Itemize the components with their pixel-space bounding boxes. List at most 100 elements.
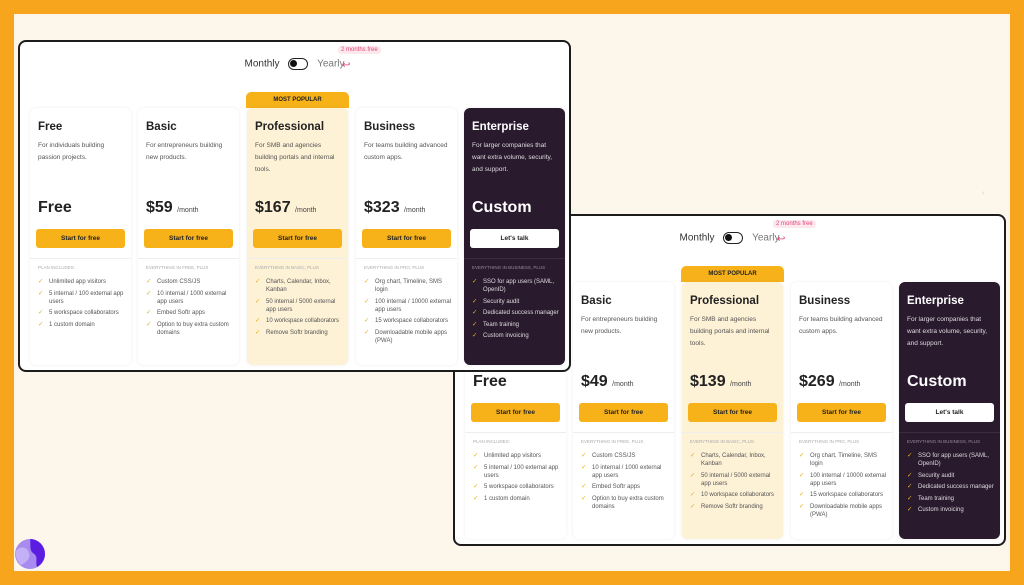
feature-item: ✓ Downloadable mobile apps (PWA)	[364, 329, 453, 345]
check-icon: ✓	[38, 289, 44, 297]
feature-item: ✓ 5 workspace collaborators	[38, 309, 127, 317]
feature-item: ✓ SSO for app users (SAML, OpenID)	[472, 278, 561, 294]
feature-list: ✓ Custom CSS/JS ✓ 10 internal / 1000 extern…	[581, 452, 670, 514]
divider	[899, 432, 1000, 433]
feature-text: Downloadable mobile apps (PWA)	[375, 329, 448, 344]
plan-description: For entrepreneurs building new products.	[581, 316, 658, 335]
feature-text: Charts, Calendar, Inbox, Kanban	[701, 453, 766, 467]
feature-item: ✓ Unlimited app visitors	[38, 278, 127, 286]
plan-description: For SMB and agencies building portals an…	[255, 142, 335, 173]
check-icon: ✓	[907, 494, 913, 502]
feature-item: ✓ Team training	[907, 495, 996, 503]
plan-price: Custom	[472, 199, 532, 217]
plan-card-professional: Professional For SMB and agencies buildi…	[247, 108, 348, 365]
plan-price: $49 /month	[581, 373, 634, 391]
plan-cta-button[interactable]: Start for free	[797, 403, 886, 422]
divider	[464, 258, 565, 259]
monthly-label[interactable]: Monthly	[244, 59, 279, 70]
brand-logo-icon	[15, 539, 45, 569]
feature-list: ✓ Org chart, Timeline, SMS login ✓ 100 inte…	[799, 452, 888, 522]
divider	[573, 432, 674, 433]
feature-text: 100 internal / 10000 external app users	[810, 472, 887, 487]
plan-card-business: Business For teams building advanced cus…	[356, 108, 457, 365]
feature-text: 10 internal / 1000 external app users	[592, 464, 662, 479]
feature-text: Team training	[483, 321, 520, 328]
feature-text: Dedicated success manager	[483, 310, 559, 316]
check-icon: ✓	[146, 289, 152, 297]
feature-list: ✓ Unlimited app visitors ✓ 5 internal / 100…	[38, 278, 127, 332]
plan-card-enterprise: Enterprise For larger companies that wan…	[464, 108, 565, 365]
billing-toggle[interactable]	[288, 58, 309, 70]
check-icon: ✓	[473, 452, 479, 459]
plan-cta-button[interactable]: Start for free	[362, 229, 451, 248]
plan-cta-button[interactable]: Let's talk	[470, 229, 559, 248]
two-months-free-badge: 2 months free	[773, 220, 816, 228]
feature-text: 15 workspace collaborators	[810, 492, 884, 498]
check-icon: ✓	[907, 483, 913, 490]
plan-price: $139 /month	[690, 373, 751, 391]
check-icon: ✓	[472, 297, 478, 305]
two-months-free-badge: 2 months free	[338, 46, 381, 54]
billing-toggle[interactable]	[723, 232, 744, 244]
pricing-panel-monthly: Monthly Yearly 2 months free ↩ MOST POPU…	[18, 40, 571, 372]
check-icon: ✓	[799, 452, 805, 459]
plan-name: Basic	[146, 121, 177, 133]
features-heading: PLAN INCLUDES:	[38, 265, 76, 270]
check-icon: ✓	[255, 328, 261, 336]
plan-name: Basic	[581, 295, 612, 307]
check-icon: ✓	[690, 452, 696, 459]
feature-item: ✓ 100 internal / 10000 external app users	[799, 472, 888, 488]
divider	[356, 258, 457, 259]
curved-arrow-icon: ↩	[342, 60, 351, 71]
features-heading: PLAN INCLUDES:	[473, 439, 511, 444]
plan-cta-button[interactable]: Start for free	[471, 403, 560, 422]
divider	[791, 432, 892, 433]
feature-item: ✓ Option to buy extra custom domains	[146, 321, 235, 337]
feature-text: 15 workspace collaborators	[375, 318, 449, 324]
plan-name: Business	[364, 121, 416, 133]
plan-price: Free	[38, 199, 72, 217]
check-icon: ✓	[364, 328, 370, 336]
check-icon: ✓	[472, 278, 478, 285]
feature-text: Org chart, Timeline, SMS login	[810, 453, 878, 467]
check-icon: ✓	[799, 502, 805, 510]
check-icon: ✓	[581, 452, 587, 459]
feature-item: ✓ 5 workspace collaborators	[473, 483, 562, 491]
check-icon: ✓	[473, 463, 479, 471]
feature-list: ✓ Charts, Calendar, Inbox, Kanban ✓ 50 inte…	[690, 452, 779, 514]
check-icon: ✓	[907, 471, 913, 479]
check-icon: ✓	[690, 471, 696, 479]
check-icon: ✓	[146, 278, 152, 285]
plan-description: For larger companies that want extra vol…	[472, 142, 553, 173]
plan-price: $323 /month	[364, 199, 425, 217]
feature-text: Security audit	[483, 298, 520, 305]
check-icon: ✓	[38, 320, 44, 328]
plan-price: Custom	[907, 373, 967, 391]
plan-cta-button[interactable]: Start for free	[36, 229, 125, 248]
check-icon: ✓	[799, 471, 805, 479]
features-heading: EVERYTHING IN PRO, PLUS	[364, 265, 425, 270]
feature-text: 50 internal / 5000 external app users	[266, 298, 336, 313]
features-heading: EVERYTHING IN BASIC, PLUS	[255, 265, 319, 270]
yearly-label[interactable]: Yearly	[752, 233, 779, 244]
feature-text: SSO for app users (SAML, OpenID)	[483, 279, 555, 293]
plan-name: Business	[799, 295, 851, 307]
feature-item: ✓ SSO for app users (SAML, OpenID)	[907, 452, 996, 468]
check-icon: ✓	[255, 317, 261, 324]
feature-text: Security audit	[918, 472, 955, 479]
plan-cta-button[interactable]: Start for free	[688, 403, 777, 422]
plan-cta-button[interactable]: Start for free	[579, 403, 668, 422]
feature-item: ✓ 1 custom domain	[473, 495, 562, 503]
plan-cta-button[interactable]: Start for free	[144, 229, 233, 248]
yearly-label[interactable]: Yearly	[317, 59, 344, 70]
plan-cta-button[interactable]: Let's talk	[905, 403, 994, 422]
plan-name: Enterprise	[472, 121, 529, 133]
feature-text: Custom CSS/JS	[157, 279, 201, 285]
feature-text: 50 internal / 5000 external app users	[701, 472, 771, 487]
plan-cta-button[interactable]: Start for free	[253, 229, 342, 248]
check-icon: ✓	[690, 491, 696, 498]
feature-text: 5 workspace collaborators	[484, 484, 554, 490]
check-icon: ✓	[907, 506, 913, 513]
monthly-label[interactable]: Monthly	[679, 233, 714, 244]
divider	[247, 258, 348, 259]
